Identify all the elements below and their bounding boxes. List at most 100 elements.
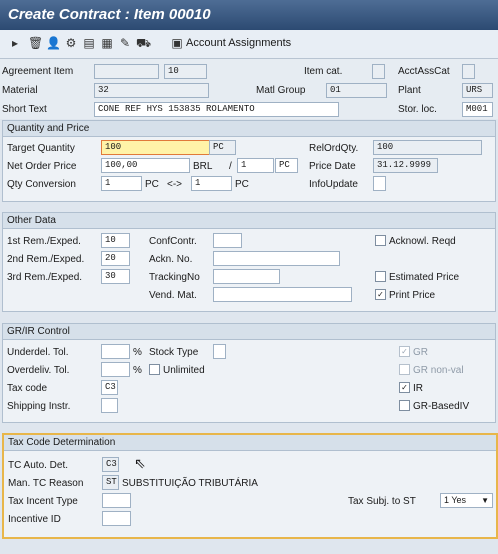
short-text-field[interactable]: CONE REF HYS 153835 ROLAMENTO [94,102,339,117]
incentive-id-label: Incentive ID [8,514,61,525]
application-toolbar: ▸ 🗑 👤 ⚙ ▤ ▦ ✎ ⛟ ▣ Account Assignments [0,30,498,59]
section-header: Other Data [3,213,495,229]
rem3-field[interactable]: 30 [101,269,130,284]
item-cat-field[interactable] [372,64,385,79]
gr-basediv-checkbox[interactable] [399,400,410,411]
shipping-field[interactable] [101,398,118,413]
material-label: Material [2,85,38,96]
rem2-field[interactable]: 20 [101,251,130,266]
ir-checkbox[interactable]: ✓ [399,382,410,393]
tax-incent-label: Tax Incent Type [8,496,78,507]
incentive-id-field[interactable] [102,511,131,526]
qty-conv-right-field[interactable]: 1 [191,176,232,191]
estimated-price-label: Estimated Price [389,272,460,283]
account-assignments-icon[interactable]: ▣ [170,36,184,50]
section-title: Tax Code Determination [8,437,116,448]
section-header: Quantity and Price [3,121,495,137]
gr-label: GR [413,347,428,358]
currency-label: BRL [193,161,213,172]
tax-incent-field[interactable] [102,493,131,508]
quantity-and-price-section: Quantity and Price Target Quantity 100 P… [2,120,496,202]
trackingno-label: TrackingNo [149,272,200,283]
delivery-icon[interactable]: ⛟ [136,36,151,50]
net-price-field[interactable]: 100,00 [101,158,190,173]
item-cat-label: Item cat. [304,66,343,77]
agreement-item-field[interactable]: 10 [164,64,207,79]
qty-conv-unit1: PC [145,179,159,190]
qty-conv-arrow: <-> [167,179,183,190]
confcontr-label: ConfContr. [149,236,197,247]
delete-icon[interactable]: 🗑 [28,36,43,50]
tax-code-field[interactable]: C3 [101,380,118,395]
short-text-label: Short Text [2,104,47,115]
ackn-no-field[interactable] [213,251,340,266]
stock-type-field[interactable] [213,344,226,359]
net-price-label: Net Order Price [7,161,77,172]
qty-conv-left-field[interactable]: 1 [101,176,142,191]
material-field[interactable]: 32 [94,83,209,98]
info-update-label: InfoUpdate [309,179,358,190]
rem1-label: 1st Rem./Exped. [7,236,81,247]
target-qty-label: Target Quantity [7,143,75,154]
stor-loc-label: Stor. loc. [398,104,437,115]
man-tc-label: Man. TC Reason [8,478,84,489]
underdel-percent: % [133,347,142,358]
overdeliv-label: Overdeliv. Tol. [7,365,70,376]
tax-code-determination-section: Tax Code Determination TC Auto. Det. C3 … [2,433,498,539]
title-bar: Create Contract : Item 00010 [0,0,498,30]
dropdown-arrow-icon: ▼ [481,496,489,505]
acctasscat-field[interactable] [462,64,475,79]
matl-group-label: Matl Group [256,85,306,96]
ir-label: IR [413,383,423,394]
edit-icon[interactable]: ✎ [118,36,132,50]
underdel-label: Underdel. Tol. [7,347,69,358]
tax-subj-select[interactable]: 1 Yes ▼ [440,493,493,508]
tc-auto-field[interactable]: C3 [102,457,119,472]
trackingno-field[interactable] [213,269,280,284]
tax-subj-label: Tax Subj. to ST [348,496,416,507]
unlimited-checkbox[interactable] [149,364,160,375]
section-title: Quantity and Price [7,123,90,134]
stor-loc-field[interactable]: M001 [462,102,493,117]
relordqty-label: RelOrdQty. [309,143,359,154]
order-price-unit-field[interactable]: PC [275,158,298,173]
relordqty-field[interactable]: 100 [373,140,482,155]
price-date-field[interactable]: 31.12.9999 [373,158,438,173]
rem2-label: 2nd Rem./Exped. [7,254,85,265]
conditions-icon[interactable]: ▦ [100,36,114,50]
texts-icon[interactable]: ▤ [82,36,96,50]
partner-icon[interactable]: 👤 [46,36,61,50]
section-header: Tax Code Determination [4,435,496,451]
print-price-checkbox[interactable]: ✓ [375,289,386,300]
rem1-field[interactable]: 10 [101,233,130,248]
price-date-label: Price Date [309,161,356,172]
section-title: Other Data [7,215,56,226]
vend-mat-field[interactable] [213,287,352,302]
gr-checkbox[interactable]: ✓ [399,346,410,357]
item-header: Agreement Item 10 Item cat. AcctAssCat M… [0,59,498,119]
tc-auto-label: TC Auto. Det. [8,460,69,471]
underdel-field[interactable] [101,344,130,359]
estimated-price-checkbox[interactable] [375,271,386,282]
plant-field[interactable]: URS [462,83,493,98]
price-unit-field[interactable]: 1 [237,158,274,173]
shipping-label: Shipping Instr. [7,401,71,412]
confcontr-field[interactable] [213,233,242,248]
overdeliv-field[interactable] [101,362,130,377]
qty-conv-unit2: PC [235,179,249,190]
ackn-no-label: Ackn. No. [149,254,193,265]
target-qty-unit[interactable]: PC [209,140,236,155]
target-qty-field[interactable]: 100 [101,140,210,155]
man-tc-text: SUBSTITUIÇÃO TRIBUTÁRIA [122,478,258,489]
tax-subj-value: 1 Yes [444,495,467,505]
account-assignments-button[interactable]: Account Assignments [186,37,291,49]
expand-icon[interactable]: ▸ [8,36,22,50]
info-update-field[interactable] [373,176,386,191]
matl-group-field[interactable]: 01 [326,83,387,98]
services-icon[interactable]: ⚙ [64,36,78,50]
gr-nonval-checkbox[interactable] [399,364,410,375]
acknowl-checkbox[interactable] [375,235,386,246]
man-tc-field[interactable]: ST [102,475,119,490]
gr-basediv-label: GR-BasedIV [413,401,470,412]
overdeliv-percent: % [133,365,142,376]
